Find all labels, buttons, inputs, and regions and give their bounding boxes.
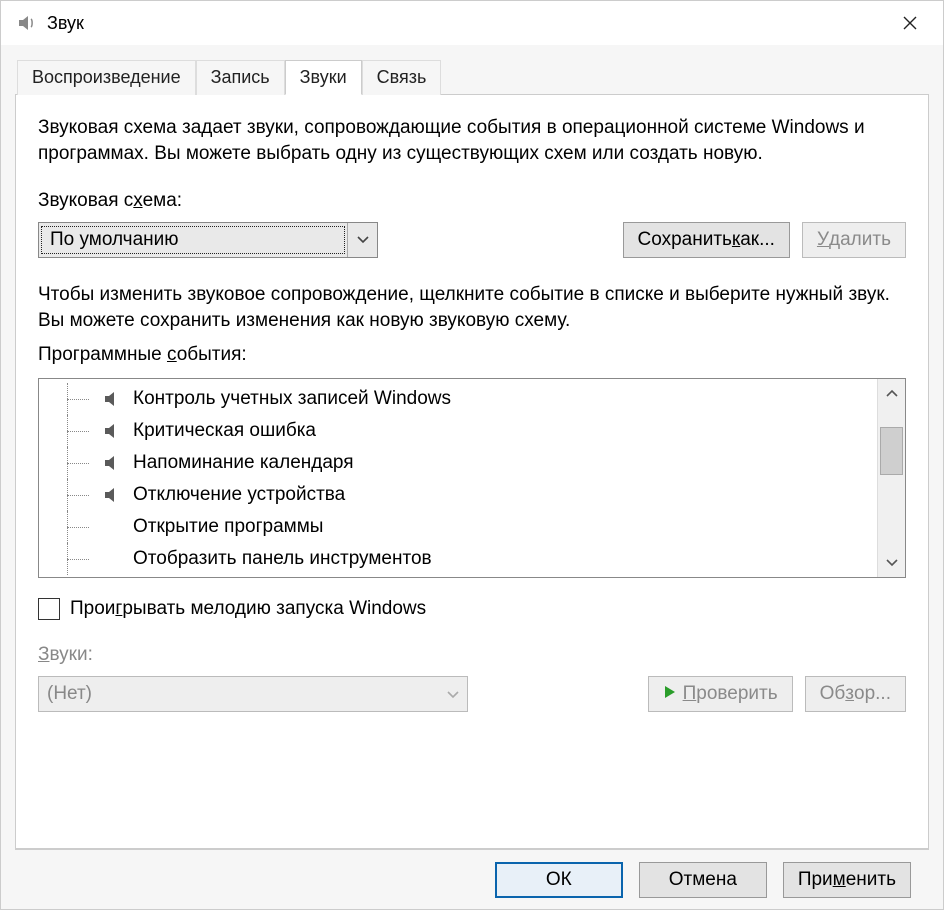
scheme-label: Звуковая схема: — [38, 190, 906, 212]
event-item[interactable]: Отобразить панель инструментов — [61, 543, 877, 575]
browse-button: Обзор... — [805, 676, 906, 712]
event-item[interactable]: Открытие программы — [61, 511, 877, 543]
close-button[interactable] — [881, 3, 939, 43]
event-item[interactable]: Напоминание календаря — [61, 447, 877, 479]
client-area: Воспроизведение Запись Звуки Связь Звуко… — [1, 45, 943, 909]
cancel-button[interactable]: Отмена — [639, 862, 767, 898]
events-description: Чтобы изменить звуковое сопровождение, щ… — [38, 282, 906, 333]
scroll-up-button[interactable] — [878, 379, 905, 407]
tab-sounds[interactable]: Звуки — [285, 60, 362, 95]
event-item[interactable]: Отключение устройства — [61, 479, 877, 511]
sounds-label: Звуки: — [38, 644, 906, 666]
titlebar: Звук — [1, 1, 943, 45]
events-label: Программные события: — [38, 344, 906, 366]
event-label: Открытие программы — [133, 516, 323, 538]
scroll-thumb[interactable] — [880, 427, 903, 475]
play-startup-checkbox[interactable] — [38, 598, 60, 620]
scrollbar[interactable] — [877, 379, 905, 577]
event-label: Напоминание календаря — [133, 452, 354, 474]
tab-recording[interactable]: Запись — [196, 60, 285, 95]
scheme-combobox[interactable]: По умолчанию — [38, 222, 378, 258]
play-startup-label: Проигрывать мелодию запуска Windows — [70, 598, 426, 620]
chevron-down-icon — [347, 223, 377, 257]
dialog-footer: ОК Отмена Применить — [15, 849, 929, 909]
delete-button: Удалить — [802, 222, 906, 258]
scheme-description: Звуковая схема задает звуки, сопровождаю… — [38, 115, 906, 166]
play-icon — [663, 683, 677, 705]
speaker-icon — [101, 483, 125, 507]
ok-button[interactable]: ОК — [495, 862, 623, 898]
apply-button[interactable]: Применить — [783, 862, 911, 898]
event-label: Отобразить панель инструментов — [133, 548, 432, 570]
event-label: Критическая ошибка — [133, 420, 316, 442]
scroll-down-button[interactable] — [878, 549, 905, 577]
tab-playback[interactable]: Воспроизведение — [17, 60, 196, 95]
event-item[interactable]: Контроль учетных записей Windows — [61, 383, 877, 415]
speaker-icon — [101, 451, 125, 475]
chevron-down-icon — [447, 683, 459, 705]
tab-communications[interactable]: Связь — [362, 60, 442, 95]
speaker-icon — [101, 419, 125, 443]
sounds-value: (Нет) — [47, 683, 92, 705]
tab-strip: Воспроизведение Запись Звуки Связь — [17, 59, 929, 94]
event-label: Отключение устройства — [133, 484, 345, 506]
speaker-icon — [15, 11, 39, 35]
test-button: Проверить — [648, 676, 793, 712]
save-as-button[interactable]: Сохранить как... — [623, 222, 790, 258]
sound-dialog: Звук Воспроизведение Запись Звуки Связь … — [0, 0, 944, 910]
sounds-combobox: (Нет) — [38, 676, 468, 712]
event-item[interactable]: Критическая ошибка — [61, 415, 877, 447]
event-label: Контроль учетных записей Windows — [133, 388, 451, 410]
scheme-value: По умолчанию — [41, 226, 345, 254]
tab-panel-sounds: Звуковая схема задает звуки, сопровождаю… — [15, 94, 929, 849]
window-title: Звук — [47, 13, 84, 34]
scroll-track[interactable] — [878, 407, 905, 549]
events-listbox[interactable]: Контроль учетных записей Windows Критичес… — [38, 378, 906, 578]
speaker-icon — [101, 387, 125, 411]
close-icon — [902, 15, 918, 31]
